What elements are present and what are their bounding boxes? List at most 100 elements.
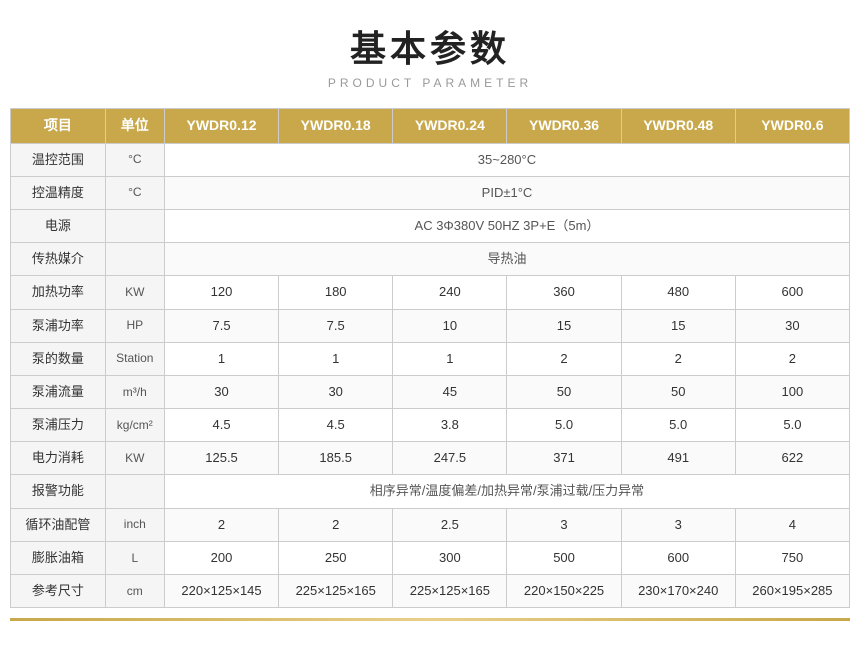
- title-en: PRODUCT PARAMETER: [328, 76, 532, 90]
- table-row: 循环油配管inch222.5334: [11, 508, 850, 541]
- row-cell-5-3: 15: [507, 309, 621, 342]
- column-header-7: YWDR0.6: [735, 109, 849, 144]
- row-label-7: 泵浦流量: [11, 375, 106, 408]
- column-header-6: YWDR0.48: [621, 109, 735, 144]
- row-cell-9-0: 125.5: [164, 442, 278, 475]
- row-cell-9-5: 622: [735, 442, 849, 475]
- column-header-5: YWDR0.36: [507, 109, 621, 144]
- table-row: 温控范围°C35~280°C: [11, 143, 850, 176]
- row-cell-13-4: 230×170×240: [621, 575, 735, 608]
- row-unit-1: °C: [105, 176, 164, 209]
- column-header-0: 项目: [11, 109, 106, 144]
- row-cell-11-5: 4: [735, 508, 849, 541]
- row-label-12: 膨胀油箱: [11, 541, 106, 574]
- row-cell-4-1: 180: [279, 276, 393, 309]
- row-span-value-1: PID±1°C: [164, 176, 849, 209]
- row-cell-7-5: 100: [735, 375, 849, 408]
- row-cell-6-1: 1: [279, 342, 393, 375]
- table-row: 泵浦功率HP7.57.510151530: [11, 309, 850, 342]
- row-cell-12-2: 300: [393, 541, 507, 574]
- row-unit-3: [105, 243, 164, 276]
- row-cell-13-3: 220×150×225: [507, 575, 621, 608]
- row-label-9: 电力消耗: [11, 442, 106, 475]
- row-cell-11-4: 3: [621, 508, 735, 541]
- row-cell-4-3: 360: [507, 276, 621, 309]
- row-cell-11-1: 2: [279, 508, 393, 541]
- row-cell-6-3: 2: [507, 342, 621, 375]
- row-cell-13-0: 220×125×145: [164, 575, 278, 608]
- row-cell-4-2: 240: [393, 276, 507, 309]
- row-label-2: 电源: [11, 209, 106, 242]
- column-header-4: YWDR0.24: [393, 109, 507, 144]
- row-cell-13-5: 260×195×285: [735, 575, 849, 608]
- row-cell-8-0: 4.5: [164, 409, 278, 442]
- row-cell-12-0: 200: [164, 541, 278, 574]
- row-cell-9-2: 247.5: [393, 442, 507, 475]
- row-cell-11-0: 2: [164, 508, 278, 541]
- row-cell-8-2: 3.8: [393, 409, 507, 442]
- row-label-11: 循环油配管: [11, 508, 106, 541]
- row-unit-11: inch: [105, 508, 164, 541]
- row-cell-8-1: 4.5: [279, 409, 393, 442]
- row-cell-5-2: 10: [393, 309, 507, 342]
- row-cell-6-0: 1: [164, 342, 278, 375]
- row-cell-12-4: 600: [621, 541, 735, 574]
- row-unit-10: [105, 475, 164, 508]
- row-span-value-2: AC 3Φ380V 50HZ 3P+E（5m）: [164, 209, 849, 242]
- table-row: 控温精度°CPID±1°C: [11, 176, 850, 209]
- row-cell-4-4: 480: [621, 276, 735, 309]
- row-unit-4: KW: [105, 276, 164, 309]
- row-unit-5: HP: [105, 309, 164, 342]
- row-cell-7-1: 30: [279, 375, 393, 408]
- row-cell-8-4: 5.0: [621, 409, 735, 442]
- row-label-3: 传热媒介: [11, 243, 106, 276]
- row-span-value-0: 35~280°C: [164, 143, 849, 176]
- table-row: 报警功能 相序异常/温度偏差/加热异常/泵浦过载/压力异常: [11, 475, 850, 508]
- row-unit-13: cm: [105, 575, 164, 608]
- row-cell-7-3: 50: [507, 375, 621, 408]
- row-cell-9-3: 371: [507, 442, 621, 475]
- table-row: 泵浦压力kg/cm²4.54.53.85.05.05.0: [11, 409, 850, 442]
- column-header-3: YWDR0.18: [279, 109, 393, 144]
- row-unit-9: KW: [105, 442, 164, 475]
- row-span-value-3: 导热油: [164, 243, 849, 276]
- column-header-1: 单位: [105, 109, 164, 144]
- row-unit-6: Station: [105, 342, 164, 375]
- row-cell-5-4: 15: [621, 309, 735, 342]
- column-header-2: YWDR0.12: [164, 109, 278, 144]
- row-cell-6-5: 2: [735, 342, 849, 375]
- row-cell-5-1: 7.5: [279, 309, 393, 342]
- row-cell-4-5: 600: [735, 276, 849, 309]
- row-label-13: 参考尺寸: [11, 575, 106, 608]
- row-cell-5-0: 7.5: [164, 309, 278, 342]
- row-cell-12-5: 750: [735, 541, 849, 574]
- row-cell-9-4: 491: [621, 442, 735, 475]
- row-label-10: 报警功能: [11, 475, 106, 508]
- row-cell-12-3: 500: [507, 541, 621, 574]
- table-row: 泵浦流量m³/h3030455050100: [11, 375, 850, 408]
- row-label-1: 控温精度: [11, 176, 106, 209]
- row-unit-7: m³/h: [105, 375, 164, 408]
- row-label-0: 温控范围: [11, 143, 106, 176]
- row-cell-13-1: 225×125×165: [279, 575, 393, 608]
- row-span-value-10: 相序异常/温度偏差/加热异常/泵浦过载/压力异常: [164, 475, 849, 508]
- row-unit-12: L: [105, 541, 164, 574]
- parameter-table: 项目单位YWDR0.12YWDR0.18YWDR0.24YWDR0.36YWDR…: [10, 108, 850, 608]
- row-cell-7-0: 30: [164, 375, 278, 408]
- row-label-5: 泵浦功率: [11, 309, 106, 342]
- table-row: 泵的数量Station111222: [11, 342, 850, 375]
- row-label-6: 泵的数量: [11, 342, 106, 375]
- row-cell-8-5: 5.0: [735, 409, 849, 442]
- row-cell-13-2: 225×125×165: [393, 575, 507, 608]
- row-cell-11-3: 3: [507, 508, 621, 541]
- row-unit-0: °C: [105, 143, 164, 176]
- row-label-4: 加热功率: [11, 276, 106, 309]
- row-cell-11-2: 2.5: [393, 508, 507, 541]
- row-cell-8-3: 5.0: [507, 409, 621, 442]
- bottom-line: [10, 618, 850, 621]
- row-cell-7-2: 45: [393, 375, 507, 408]
- row-cell-12-1: 250: [279, 541, 393, 574]
- table-row: 膨胀油箱L200250300500600750: [11, 541, 850, 574]
- row-unit-8: kg/cm²: [105, 409, 164, 442]
- row-unit-2: [105, 209, 164, 242]
